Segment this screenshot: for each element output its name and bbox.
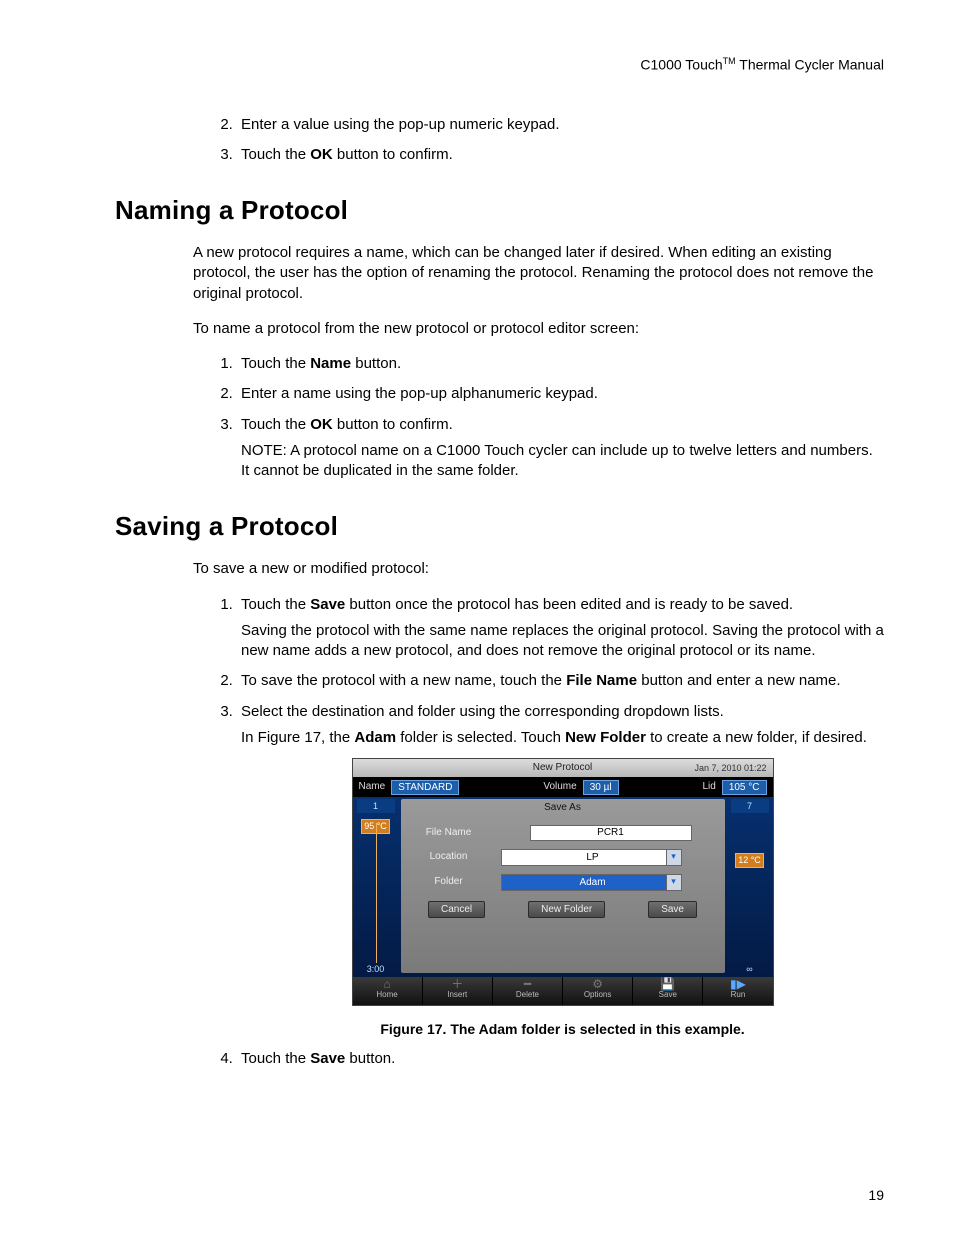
delete-button[interactable]: ━Delete	[493, 977, 563, 1005]
list-item: Select the destination and folder using …	[237, 702, 884, 1039]
window-title-bar: New Protocol Jan 7, 2010 01:22	[353, 759, 773, 777]
sub-paragraph: In Figure 17, the Adam folder is selecte…	[241, 728, 884, 748]
saving-steps-list: Touch the Save button once the protocol …	[193, 595, 884, 1070]
list-item: Touch the Name button.	[237, 354, 884, 374]
heading-saving-protocol: Saving a Protocol	[115, 509, 884, 544]
chevron-down-icon: ▾	[666, 875, 681, 890]
protocol-params-row: Name STANDARD Volume 30 µl Lid 105 °C	[353, 777, 773, 797]
save-button-bbar[interactable]: 💾Save	[633, 977, 703, 1005]
timestamp: Jan 7, 2010 01:22	[694, 759, 766, 777]
chevron-down-icon: ▾	[666, 850, 681, 865]
cancel-button[interactable]: Cancel	[428, 901, 485, 918]
lid-button[interactable]: 105 °C	[722, 780, 767, 795]
step-column-1: 1 95 °C 3:00	[357, 797, 395, 977]
paragraph: To save a new or modified protocol:	[193, 559, 884, 579]
folder-dropdown[interactable]: Adam▾	[501, 874, 682, 891]
temp-box[interactable]: 12 °C	[735, 853, 764, 867]
figure-caption: Figure 17. The Adam folder is selected i…	[241, 1020, 884, 1039]
running-head: C1000 TouchTM Thermal Cycler Manual	[115, 55, 884, 75]
list-item: Enter a value using the pop-up numeric k…	[237, 115, 884, 135]
step-column-7: 7 12 °C ∞	[731, 797, 769, 977]
list-item: Touch the Save button.	[237, 1049, 884, 1069]
list-item: Enter a name using the pop-up alphanumer…	[237, 384, 884, 404]
name-label: Name	[359, 780, 386, 794]
device-screenshot: New Protocol Jan 7, 2010 01:22 Name STAN…	[352, 758, 774, 1006]
home-button[interactable]: ⌂Home	[353, 977, 423, 1005]
list-item: Touch the OK button to confirm. NOTE: A …	[237, 415, 884, 482]
plus-icon: ＋	[423, 979, 492, 990]
dialog-title: Save As	[401, 799, 725, 817]
new-folder-button[interactable]: New Folder	[528, 901, 605, 918]
folder-label: Folder	[401, 870, 497, 895]
paragraph: To name a protocol from the new protocol…	[193, 319, 884, 339]
window-title: New Protocol	[533, 762, 592, 773]
page-number: 19	[868, 1186, 884, 1205]
volume-label: Volume	[543, 780, 576, 794]
list-item: Touch the Save button once the protocol …	[237, 595, 884, 662]
top-numbered-list: Enter a value using the pop-up numeric k…	[193, 115, 884, 166]
list-item: Touch the OK button to confirm.	[237, 145, 884, 165]
gear-icon: ⚙	[563, 979, 632, 990]
options-button[interactable]: ⚙Options	[563, 977, 633, 1005]
play-icon: ▮▶	[703, 979, 772, 990]
sub-paragraph: Saving the protocol with the same name r…	[241, 621, 884, 662]
lid-label: Lid	[702, 780, 715, 794]
insert-button[interactable]: ＋Insert	[423, 977, 493, 1005]
location-label: Location	[401, 845, 497, 870]
file-name-input[interactable]	[530, 825, 692, 841]
minus-icon: ━	[493, 979, 562, 990]
note: NOTE: A protocol name on a C1000 Touch c…	[241, 441, 884, 482]
naming-steps-list: Touch the Name button. Enter a name usin…	[193, 354, 884, 481]
location-dropdown[interactable]: LP▾	[501, 849, 682, 866]
save-as-dialog: Save As File Name Location LP▾	[401, 799, 725, 973]
save-icon: 💾	[633, 979, 702, 990]
bottom-toolbar: ⌂Home ＋Insert ━Delete ⚙Options 💾Save ▮▶R…	[353, 977, 773, 1005]
home-icon: ⌂	[353, 979, 422, 990]
save-button[interactable]: Save	[648, 901, 697, 918]
volume-button[interactable]: 30 µl	[583, 780, 619, 795]
list-item: To save the protocol with a new name, to…	[237, 671, 884, 691]
heading-naming-protocol: Naming a Protocol	[115, 193, 884, 228]
name-button[interactable]: STANDARD	[391, 780, 459, 795]
run-button[interactable]: ▮▶Run	[703, 977, 772, 1005]
file-name-label: File Name	[401, 821, 497, 845]
paragraph: A new protocol requires a name, which ca…	[193, 243, 884, 304]
